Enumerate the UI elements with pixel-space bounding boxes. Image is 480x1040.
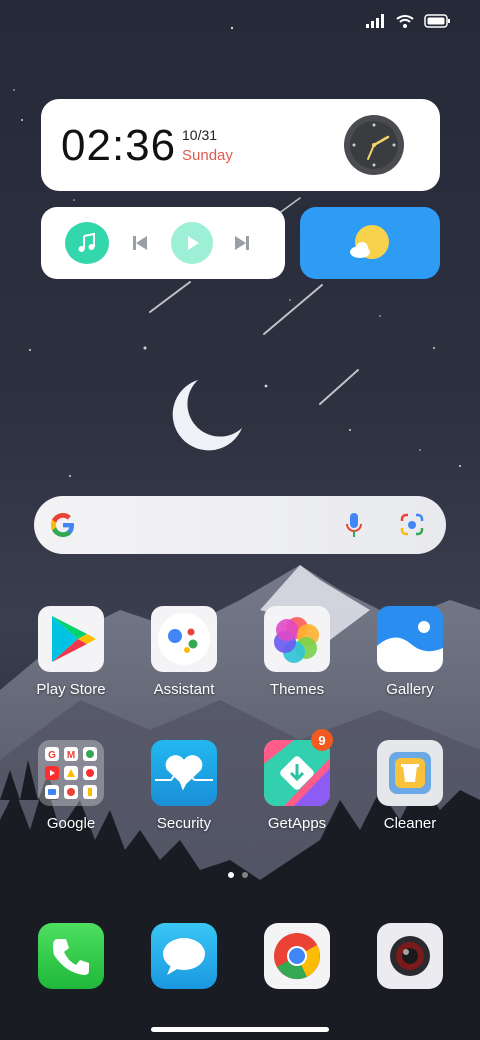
google-lens-icon[interactable] [399, 513, 425, 537]
security-icon [151, 740, 217, 806]
dock-phone[interactable] [15, 923, 127, 989]
music-app-button[interactable] [65, 222, 109, 264]
clock-day: Sunday [182, 147, 233, 164]
previous-track-icon[interactable] [131, 234, 149, 252]
play-button[interactable] [171, 222, 213, 264]
music-widget[interactable] [41, 207, 285, 279]
cleaner-icon [377, 740, 443, 806]
app-label: GetApps [267, 815, 327, 832]
play-icon [188, 236, 199, 250]
app-folder-google[interactable]: G M Google [15, 740, 127, 832]
music-note-icon [78, 232, 95, 252]
phone-icon [38, 923, 104, 989]
app-cleaner[interactable]: Cleaner [354, 740, 466, 832]
app-themes[interactable]: Themes [241, 606, 353, 698]
google-folder-icon: G M [38, 740, 104, 806]
google-g-icon [51, 513, 74, 537]
themes-icon [264, 606, 330, 672]
app-getapps[interactable]: 9 GetApps [241, 729, 353, 832]
page-dot-active [228, 872, 234, 878]
messages-icon [151, 923, 217, 989]
play-store-icon [38, 606, 104, 672]
google-search-bar[interactable] [34, 496, 446, 554]
assistant-icon [151, 606, 217, 672]
next-track-icon[interactable] [233, 234, 251, 252]
battery-icon [424, 14, 450, 28]
page-indicator[interactable] [228, 872, 248, 878]
weather-widget[interactable] [300, 207, 440, 279]
status-bar [366, 14, 450, 28]
wifi-icon [396, 15, 414, 28]
svg-text:M: M [67, 750, 75, 761]
app-label: Cleaner [383, 815, 437, 832]
app-label: Google [46, 815, 96, 832]
clock-widget[interactable]: 02:36 10/31 Sunday [41, 99, 440, 191]
clock-time: 02:36 [61, 121, 177, 170]
gallery-icon [377, 606, 443, 672]
app-security[interactable]: Security [128, 740, 240, 832]
dock-messages[interactable] [128, 923, 240, 989]
voice-search-icon[interactable] [344, 512, 364, 538]
partly-sunny-icon [350, 225, 389, 259]
page-dot [242, 872, 248, 878]
app-label: Security [156, 815, 212, 832]
clock-date: 10/31 [182, 127, 218, 143]
app-assistant[interactable]: Assistant [128, 606, 240, 698]
app-label: Themes [269, 681, 325, 698]
dock-camera[interactable] [354, 923, 466, 989]
app-play-store[interactable]: Play Store [15, 606, 127, 698]
app-label: Gallery [386, 681, 434, 698]
home-indicator[interactable] [151, 1027, 329, 1032]
signal-icon [366, 14, 384, 28]
chrome-icon [264, 923, 330, 989]
app-label: Play Store [36, 681, 106, 698]
app-label: Assistant [153, 681, 215, 698]
analog-clock-icon [344, 115, 404, 175]
dock-chrome[interactable] [241, 923, 353, 989]
camera-icon [377, 923, 443, 989]
svg-text:G: G [48, 750, 56, 761]
app-gallery[interactable]: Gallery [354, 606, 466, 698]
notification-badge: 9 [311, 729, 333, 751]
